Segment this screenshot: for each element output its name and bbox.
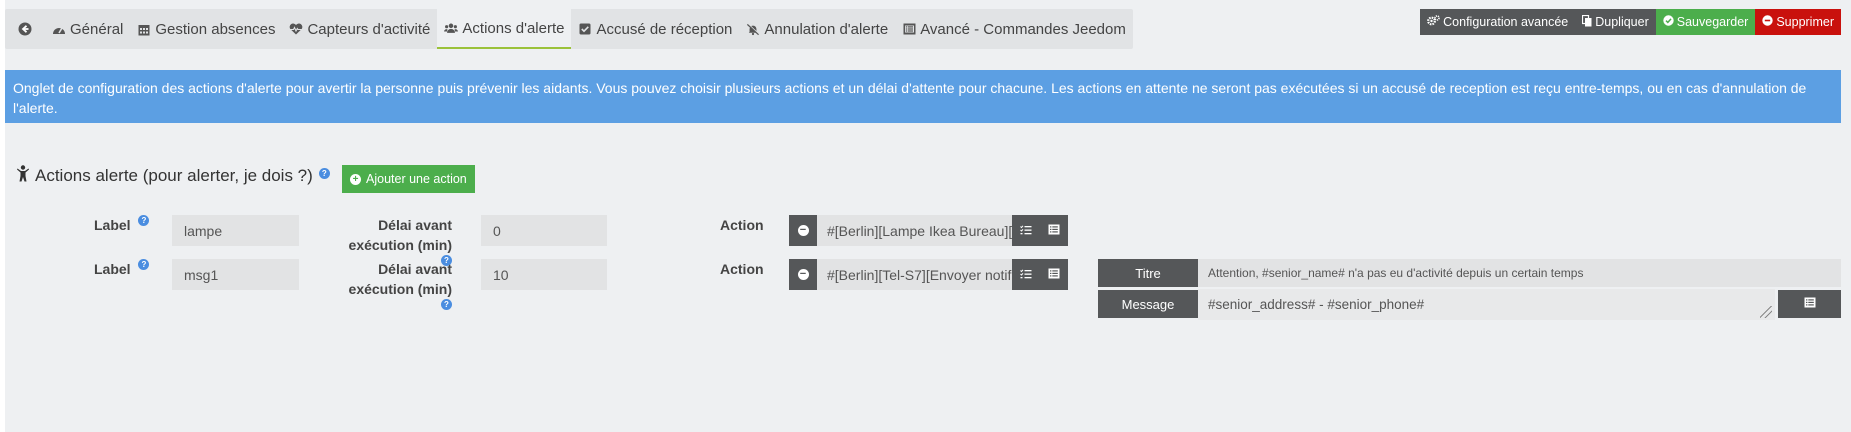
list-alt-icon — [1048, 268, 1060, 282]
tab-label: Accusé de réception — [596, 20, 733, 38]
delay-label-line1: Délai avant — [378, 217, 452, 233]
arrow-circle-left-icon — [18, 22, 32, 36]
delete-button[interactable]: Supprimer — [1755, 9, 1841, 35]
tab-actions-alerte[interactable]: Actions d'alerte — [437, 9, 572, 49]
label-field-label: Label ? — [94, 215, 150, 235]
label-text: Label — [94, 217, 131, 233]
plus-circle-icon: + — [350, 173, 361, 185]
textarea-resize-handle[interactable] — [1760, 306, 1772, 318]
tab-capteurs-activite[interactable]: Capteurs d'activité — [282, 9, 437, 49]
save-button[interactable]: Sauvegarder — [1655, 9, 1756, 35]
list-alt-icon — [1048, 224, 1060, 238]
tab-gestion-absences[interactable]: Gestion absences — [130, 9, 282, 49]
check-square-icon — [578, 23, 592, 35]
minus-circle-icon: − — [797, 225, 809, 236]
advanced-config-button[interactable]: Configuration avancée — [1420, 9, 1576, 35]
list-cmd-button[interactable] — [1040, 215, 1068, 246]
tasks-icon — [1020, 268, 1032, 282]
action-field-label: Action — [720, 217, 764, 233]
heartbeat-icon — [289, 23, 303, 35]
help-icon[interactable]: ? — [441, 299, 452, 310]
action-input[interactable]: #[Berlin][Lampe Ikea Bureau][On]# — [817, 215, 1012, 246]
save-label: Sauvegarder — [1676, 15, 1749, 29]
delay-field-label: Délai avant exécution (min)? — [338, 259, 452, 319]
tab-accuse-reception[interactable]: Accusé de réception — [571, 9, 739, 49]
titre-label: Titre — [1098, 259, 1198, 287]
list-alt-icon — [1804, 297, 1816, 311]
info-alert: Onglet de configuration des actions d'al… — [5, 70, 1841, 123]
minus-circle-icon — [1762, 15, 1774, 29]
message-textarea[interactable]: #senior_address# - #senior_phone# — [1198, 289, 1775, 320]
action-field-label: Action — [720, 261, 764, 277]
section-title-text: Actions alerte (pour alerter, je dois ?) — [35, 166, 313, 185]
toolbar: Configuration avancée Dupliquer Sauvegar… — [1420, 9, 1841, 35]
label-input[interactable]: msg1 — [172, 259, 299, 290]
tab-label: Capteurs d'activité — [307, 20, 431, 38]
add-action-button[interactable]: + Ajouter une action — [342, 165, 475, 193]
help-icon[interactable]: ? — [138, 215, 150, 226]
remove-action-button[interactable]: − — [789, 215, 817, 246]
select-cmd-button[interactable] — [1012, 215, 1040, 246]
add-action-label: Ajouter une action — [366, 172, 467, 186]
help-icon[interactable]: ? — [318, 167, 330, 179]
calendar-icon — [137, 23, 151, 36]
tab-label: Général — [70, 20, 124, 38]
message-list-button[interactable] — [1778, 290, 1841, 318]
label-field-label: Label ? — [94, 259, 150, 279]
duplicate-label: Dupliquer — [1595, 15, 1649, 29]
tab-label: Avancé - Commandes Jeedom — [920, 20, 1126, 38]
titre-input[interactable]: Attention, #senior_name# n'a pas eu d'ac… — [1198, 259, 1841, 287]
remove-action-button[interactable]: − — [789, 259, 817, 290]
bell-slash-icon — [746, 23, 760, 36]
tasks-icon — [1020, 224, 1032, 238]
tab-avance-commandes[interactable]: Avancé - Commandes Jeedom — [895, 9, 1133, 49]
list-cmd-button[interactable] — [1040, 259, 1068, 290]
advanced-config-label: Configuration avancée — [1443, 15, 1569, 29]
delete-label: Supprimer — [1776, 15, 1834, 29]
action-input[interactable]: #[Berlin][Tel-S7][Envoyer notification]# — [817, 259, 1012, 290]
help-icon[interactable]: ? — [138, 259, 150, 270]
label-text: Label — [94, 261, 131, 277]
select-cmd-button[interactable] — [1012, 259, 1040, 290]
tab-label: Actions d'alerte — [462, 19, 565, 37]
section-title: Actions alerte (pour alerter, je dois ?)… — [17, 165, 330, 187]
tab-general[interactable]: Général — [45, 9, 130, 49]
cogs-icon — [1427, 15, 1440, 29]
tab-label: Annulation d'alerte — [764, 20, 889, 38]
delay-label-line2: exécution (min) — [348, 281, 452, 297]
tab-back[interactable] — [5, 9, 45, 49]
list-alt-icon — [902, 23, 916, 35]
tab-bar: Général Gestion absences Capteurs d'acti… — [5, 9, 1133, 49]
delay-input[interactable]: 0 — [481, 215, 607, 246]
delay-label-line2: exécution (min) — [348, 237, 452, 253]
check-circle-icon — [1663, 15, 1674, 29]
label-input[interactable]: lampe — [172, 215, 299, 246]
duplicate-button[interactable]: Dupliquer — [1575, 9, 1656, 35]
delay-label-line1: Délai avant — [378, 261, 452, 277]
child-icon — [17, 165, 29, 187]
copy-icon — [1582, 14, 1592, 30]
message-label: Message — [1098, 290, 1198, 318]
tab-annulation-alerte[interactable]: Annulation d'alerte — [739, 9, 895, 49]
minus-circle-icon: − — [797, 269, 809, 280]
delay-input[interactable]: 10 — [481, 259, 607, 290]
users-icon — [444, 22, 459, 34]
tab-label: Gestion absences — [155, 20, 276, 38]
tachometer-icon — [52, 23, 66, 35]
